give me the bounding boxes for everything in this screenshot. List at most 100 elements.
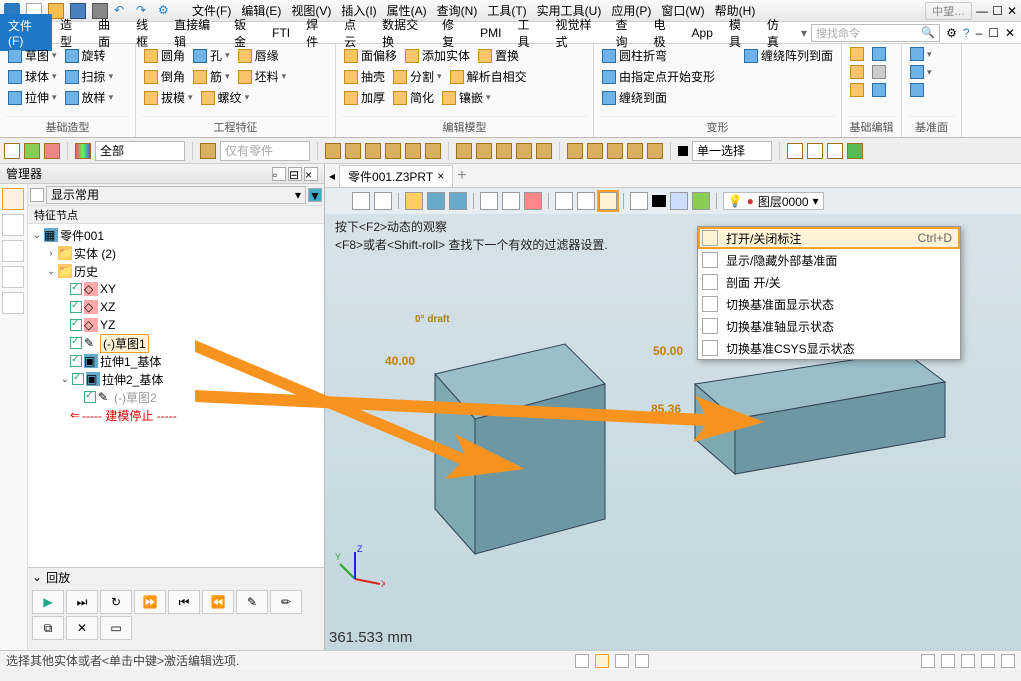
vb[interactable] xyxy=(405,192,423,210)
scope-select[interactable]: 全部 xyxy=(95,141,185,161)
cursor-icon[interactable] xyxy=(4,143,20,159)
t-ic[interactable] xyxy=(647,143,663,159)
sb-icon[interactable] xyxy=(961,654,975,668)
solid-body-1[interactable] xyxy=(385,314,625,574)
btn-faceoffset[interactable]: 面偏移 xyxy=(342,46,399,65)
vb[interactable] xyxy=(577,192,595,210)
display-select[interactable]: 显示常用▾ xyxy=(46,186,306,204)
sb-icon[interactable] xyxy=(595,654,609,668)
t-ic[interactable] xyxy=(567,143,583,159)
settings-icon[interactable]: ⚙ xyxy=(946,26,957,40)
tab-add-icon[interactable]: + xyxy=(457,167,466,185)
t-ic[interactable] xyxy=(536,143,552,159)
mi-toggle-csys[interactable]: 切换基准CSYS显示状态 xyxy=(698,337,960,359)
mi-toggle-dim[interactable]: 打开/关闭标注Ctrl+D xyxy=(698,227,960,249)
delete-button[interactable]: ✕ xyxy=(66,616,98,640)
maximize-icon[interactable]: ☐ xyxy=(992,4,1003,18)
btn-be4[interactable] xyxy=(870,64,888,80)
next-button[interactable]: ⏭ xyxy=(66,590,98,614)
btn-wrapface[interactable]: 缠绕到面 xyxy=(600,88,669,107)
color-icon[interactable] xyxy=(75,143,91,159)
t-ic[interactable] xyxy=(827,143,843,159)
vb[interactable] xyxy=(670,192,688,210)
selmode-select[interactable]: 单一选择 xyxy=(692,141,772,161)
btn-thicken[interactable]: 加厚 xyxy=(342,88,387,107)
vb[interactable] xyxy=(524,192,542,210)
tab-more-icon[interactable]: ▾ xyxy=(797,26,811,40)
vb[interactable] xyxy=(352,192,370,210)
t-ic[interactable] xyxy=(345,143,361,159)
t-ic[interactable] xyxy=(476,143,492,159)
btn-lip[interactable]: 唇缘 xyxy=(236,46,281,65)
dim-toggle-button[interactable] xyxy=(599,192,617,210)
win-close-icon[interactable]: ✕ xyxy=(1005,26,1015,40)
color-swatch[interactable] xyxy=(678,146,688,156)
btn-fillet[interactable]: 圆角 xyxy=(142,46,187,65)
btn-selfintersect[interactable]: 解析自相交 xyxy=(448,67,529,86)
loop-button[interactable]: ↻ xyxy=(100,590,132,614)
btn-emboss[interactable]: 镶嵌▾ xyxy=(440,88,493,107)
lineweight-icon[interactable] xyxy=(652,195,666,207)
btn-datum1[interactable]: ▾ xyxy=(908,46,934,62)
pin-icon[interactable]: ⊟ xyxy=(288,167,302,181)
tab-fti[interactable]: FTI xyxy=(264,23,298,43)
t-ic[interactable] xyxy=(365,143,381,159)
help-icon[interactable]: ? xyxy=(963,26,970,40)
btn-extrude[interactable]: 拉伸▾ xyxy=(6,88,59,107)
tab-pmi[interactable]: PMI xyxy=(472,23,509,43)
panel-close-icon[interactable]: × xyxy=(304,167,318,181)
btn-be1[interactable] xyxy=(848,46,866,62)
filter-select[interactable]: 仅有零件 xyxy=(220,141,310,161)
doc-tab[interactable]: 零件001.Z3PRT× xyxy=(339,165,453,187)
btn-revolve[interactable]: 旋转 xyxy=(63,46,108,65)
mi-toggle-axis[interactable]: 切换基准轴显示状态 xyxy=(698,315,960,337)
btn-chamfer[interactable]: 倒角 xyxy=(142,67,187,86)
btn-cylbend[interactable]: 圆柱折弯 xyxy=(600,46,669,65)
sb-icon[interactable] xyxy=(941,654,955,668)
add-icon[interactable] xyxy=(24,143,40,159)
sb-icon[interactable] xyxy=(575,654,589,668)
btn-rib[interactable]: 筋▾ xyxy=(191,67,232,86)
btn-datum2[interactable]: ▾ xyxy=(908,64,934,80)
btn-sphere[interactable]: 球体▾ xyxy=(6,67,59,86)
sb-icon[interactable] xyxy=(1001,654,1015,668)
win-max-icon[interactable]: ☐ xyxy=(988,26,999,40)
btn-replace[interactable]: 置换 xyxy=(476,46,521,65)
sb-icon[interactable] xyxy=(635,654,649,668)
btn-loft[interactable]: 放样▾ xyxy=(63,88,116,107)
filter-icon[interactable] xyxy=(200,143,216,159)
tab-prev-icon[interactable]: ◂ xyxy=(329,169,335,183)
pencil-button[interactable]: ✏ xyxy=(270,590,302,614)
btn-be6[interactable] xyxy=(870,82,888,98)
mi-toggle-plane[interactable]: 切换基准面显示状态 xyxy=(698,293,960,315)
play-button[interactable]: ▶ xyxy=(32,590,64,614)
tab-close-icon[interactable]: × xyxy=(437,169,444,183)
dup-button[interactable]: ⧉ xyxy=(32,616,64,640)
vb[interactable] xyxy=(502,192,520,210)
ff-button[interactable]: ⏩ xyxy=(134,590,166,614)
btn-addbody[interactable]: 添加实体 xyxy=(403,46,472,65)
t-ic[interactable] xyxy=(587,143,603,159)
t-ic[interactable] xyxy=(516,143,532,159)
t-ic[interactable] xyxy=(456,143,472,159)
t-ic[interactable] xyxy=(385,143,401,159)
btn-sketch[interactable]: 草图▾ xyxy=(6,46,59,65)
vb[interactable] xyxy=(630,192,648,210)
t-ic[interactable] xyxy=(627,143,643,159)
tree-opts-icon[interactable] xyxy=(30,188,44,202)
panel-opts-icon[interactable]: ▫ xyxy=(272,167,286,181)
t-ic[interactable] xyxy=(607,143,623,159)
vb[interactable] xyxy=(692,192,710,210)
btn-simplify[interactable]: 简化 xyxy=(391,88,436,107)
t-ic[interactable] xyxy=(425,143,441,159)
command-search[interactable]: 搜找命令🔍 xyxy=(811,24,940,42)
tab-users-icon[interactable] xyxy=(2,292,24,314)
tab-sheets-icon[interactable] xyxy=(2,240,24,262)
tab-views-icon[interactable] xyxy=(2,266,24,288)
info-button[interactable]: ▭ xyxy=(100,616,132,640)
t-ic[interactable] xyxy=(496,143,512,159)
close-icon[interactable]: ✕ xyxy=(1007,4,1017,18)
vb[interactable] xyxy=(480,192,498,210)
sb-icon[interactable] xyxy=(615,654,629,668)
btn-shell[interactable]: 抽壳 xyxy=(342,67,387,86)
